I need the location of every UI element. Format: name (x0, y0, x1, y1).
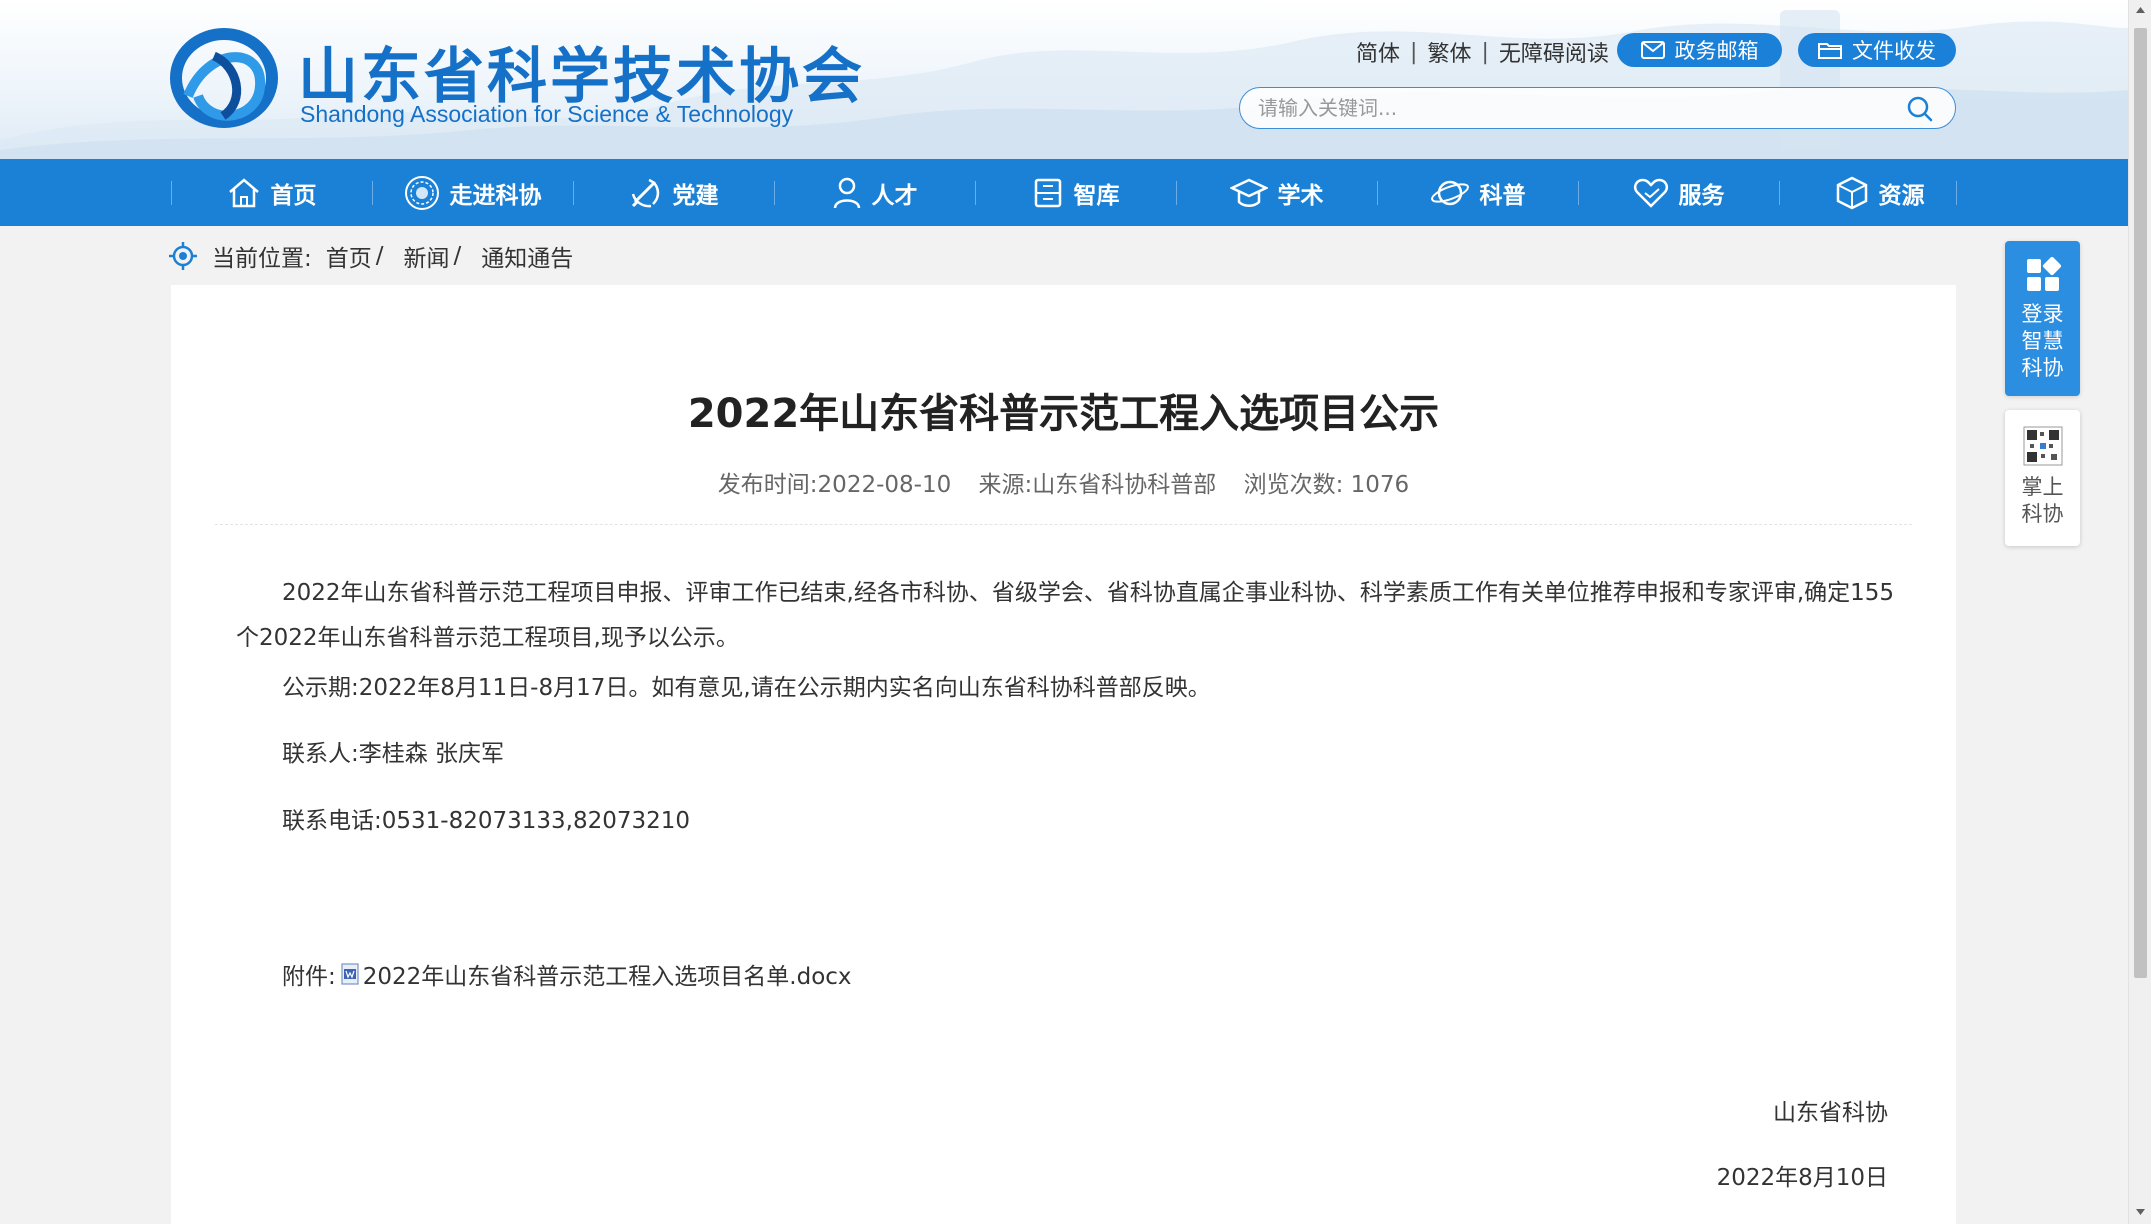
archive-icon (1034, 178, 1061, 207)
cube-icon (1836, 176, 1867, 209)
location-target-icon (169, 242, 197, 270)
article-paragraph: 公示期:2022年8月11日-8月17日。如有意见,请在公示期内实名向山东省科协… (236, 666, 1896, 711)
nav-label: 学术 (1277, 182, 1324, 209)
article-paragraph: 联系电话:0531-82073133,82073210 (236, 799, 1896, 844)
article-paragraph: 联系人:李桂森 张庆军 (236, 732, 1896, 777)
logo-icon[interactable] (168, 26, 280, 134)
breadcrumb-home[interactable]: 首页 (326, 239, 372, 273)
nav-label: 首页 (270, 182, 317, 209)
paragraph-text: 联系电话:0531-82073133,82073210 (282, 808, 691, 834)
nav-item-party[interactable]: 党建 (573, 159, 774, 226)
nav-divider (1956, 181, 1957, 205)
scroll-up-icon[interactable] (2135, 6, 2146, 14)
smart-login-label: 登录智慧科协 (2021, 302, 2064, 380)
word-doc-icon (341, 963, 359, 985)
traditional-link[interactable]: 繁体 (1427, 36, 1471, 68)
article-paragraph: 2022年山东省科普示范工程项目申报、评审工作已结束,经各市科协、省级学会、省科… (236, 571, 1896, 661)
heart-hand-icon (1633, 178, 1668, 208)
nav-item-service[interactable]: 服务 (1578, 159, 1779, 226)
planet-icon (1430, 180, 1469, 205)
nav-label: 党建 (672, 182, 719, 209)
search-input[interactable] (1258, 94, 1878, 122)
site-header: 山东省科学技术协会 Shandong Association for Scien… (0, 0, 2128, 159)
main-nav: 首页 走进科协 党建 人才 智库 学术 科普 服务 资源 (0, 159, 2128, 226)
search-icon[interactable] (1907, 96, 1933, 122)
signature: 山东省科协 (1773, 1100, 1888, 1126)
breadcrumb-prefix: 当前位置: (212, 246, 312, 272)
article-title: 2022年山东省科普示范工程入选项目公示 (687, 391, 1440, 437)
nav-item-popsci[interactable]: 科普 (1377, 159, 1578, 226)
scrollbar-thumb[interactable] (2134, 28, 2147, 978)
file-transfer-label: 文件收发 (1852, 39, 1936, 63)
nav-label: 科普 (1479, 182, 1526, 209)
separator: | (1410, 39, 1418, 65)
nav-item-academic[interactable]: 学术 (1176, 159, 1377, 226)
folder-icon (1818, 43, 1842, 59)
home-icon (228, 177, 259, 207)
vertical-scrollbar[interactable] (2128, 0, 2151, 1224)
publish-date: 发布时间:2022-08-10 (717, 472, 952, 498)
nav-label: 资源 (1878, 182, 1925, 209)
nav-item-home[interactable]: 首页 (171, 159, 372, 226)
paragraph-text: 2022年山东省科普示范工程项目申报、评审工作已结束,经各市科协、省级学会、省科… (236, 580, 1895, 651)
scroll-down-icon[interactable] (2135, 1208, 2146, 1216)
gov-mail-button[interactable]: 政务邮箱 (1617, 33, 1782, 67)
file-transfer-button[interactable]: 文件收发 (1798, 33, 1956, 67)
accessibility-link[interactable]: 无障碍阅读 (1499, 36, 1609, 68)
attachment-label: 附件: (282, 964, 336, 990)
article-source: 来源:山东省科协科普部 (978, 472, 1217, 498)
nav-label: 走进科协 (449, 182, 542, 209)
breadcrumb: 当前位置: 首页 / 新闻 / 通知通告 (168, 240, 573, 272)
nav-item-talent[interactable]: 人才 (774, 159, 975, 226)
article-meta: 发布时间:2022-08-10 来源:山东省科协科普部 浏览次数: 1076 (171, 465, 1956, 499)
attachment-row: 附件: 2022年山东省科普示范工程入选项目名单.docx (282, 957, 852, 991)
nav-label: 人才 (871, 182, 918, 209)
paragraph-text: 联系人:李桂森 张庆军 (282, 741, 505, 767)
breadcrumb-separator: / (375, 243, 384, 269)
separator: | (1481, 39, 1489, 65)
site-subtitle: Shandong Association for Science & Techn… (300, 101, 794, 127)
mobile-app-label: 掌上科协 (2021, 475, 2064, 526)
envelope-icon (1640, 41, 1665, 59)
signature-date: 2022年8月10日 (1716, 1165, 1888, 1191)
breadcrumb-notices[interactable]: 通知通告 (481, 239, 573, 273)
breadcrumb-news[interactable]: 新闻 (404, 239, 450, 273)
breadcrumb-separator: / (453, 243, 462, 269)
qr-code-icon (2023, 426, 2062, 466)
search-box (1239, 87, 1956, 129)
nav-item-about[interactable]: 走进科协 (372, 159, 573, 226)
paragraph-text: 公示期:2022年8月11日-8月17日。如有意见,请在公示期内实名向山东省科协… (282, 675, 1211, 701)
emblem-icon (404, 175, 439, 210)
nav-label: 服务 (1678, 182, 1725, 209)
apps-grid-icon (2026, 257, 2061, 291)
graduation-cap-icon (1229, 178, 1268, 207)
attachment-link[interactable]: 2022年山东省科普示范工程入选项目名单.docx (363, 957, 852, 991)
mobile-app-button[interactable]: 掌上科协 (2005, 410, 2080, 546)
gov-mail-label: 政务邮箱 (1674, 39, 1759, 63)
nav-item-resources[interactable]: 资源 (1779, 159, 1980, 226)
simplified-link[interactable]: 简体 (1356, 36, 1400, 68)
party-emblem-icon (631, 178, 659, 207)
smart-login-button[interactable]: 登录智慧科协 (2005, 241, 2080, 396)
view-count: 浏览次数: 1076 (1243, 472, 1410, 498)
top-links: 简体 | 繁体 | 无障碍阅读 (1356, 36, 1609, 68)
person-icon (833, 177, 860, 208)
nav-label: 智库 (1073, 182, 1120, 209)
title-divider (215, 524, 1912, 525)
nav-item-thinktank[interactable]: 智库 (975, 159, 1176, 226)
article-container: 2022年山东省科普示范工程入选项目公示 发布时间:2022-08-10 来源:… (171, 285, 1956, 1224)
